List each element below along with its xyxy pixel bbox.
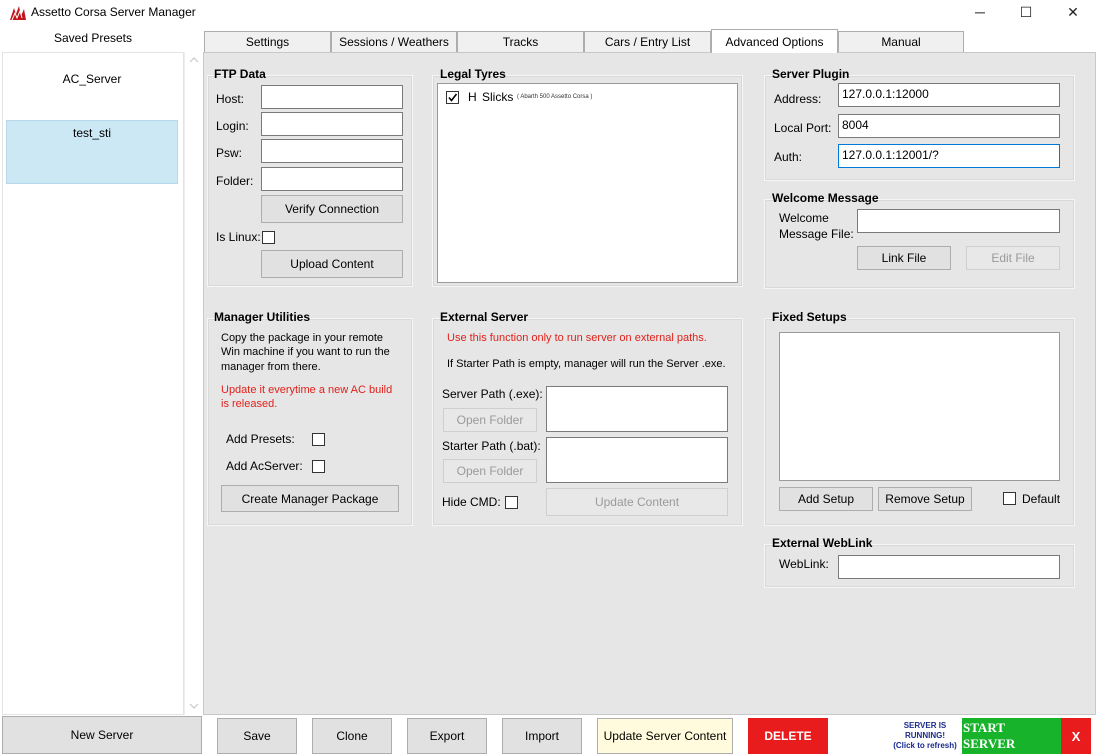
tab-manual[interactable]: Manual bbox=[838, 31, 964, 52]
tab-tracks[interactable]: Tracks bbox=[457, 31, 584, 52]
default-label: Default bbox=[1022, 492, 1061, 506]
psw-label: Psw: bbox=[216, 146, 243, 160]
utilities-warning-2: is released. bbox=[221, 398, 278, 410]
minimize-button[interactable]: ─ bbox=[957, 0, 1003, 24]
server-path-input[interactable] bbox=[546, 386, 728, 432]
verify-connection-button[interactable]: Verify Connection bbox=[261, 195, 403, 223]
checkmark-icon bbox=[448, 93, 458, 102]
app-logo-icon bbox=[8, 4, 28, 22]
stop-server-button[interactable]: X bbox=[1061, 718, 1091, 754]
preset-item-test-sti[interactable]: test_sti bbox=[6, 120, 178, 184]
preset-item-ac-server[interactable]: AC_Server bbox=[6, 66, 178, 120]
add-presets-checkbox[interactable] bbox=[312, 433, 325, 446]
edit-file-button[interactable]: Edit File bbox=[966, 246, 1060, 270]
add-setup-button[interactable]: Add Setup bbox=[779, 487, 873, 511]
host-input[interactable] bbox=[261, 85, 403, 109]
server-status-line-1: SERVER IS bbox=[903, 721, 947, 730]
add-acserver-checkbox[interactable] bbox=[312, 460, 325, 473]
folder-label: Folder: bbox=[216, 174, 254, 188]
start-server-button[interactable]: START SERVER bbox=[962, 718, 1061, 754]
close-button[interactable]: ✕ bbox=[1050, 0, 1096, 24]
tyre-code: H bbox=[468, 90, 477, 104]
tab-sessions-weathers[interactable]: Sessions / Weathers bbox=[331, 31, 457, 52]
welcome-message-title: Welcome Message bbox=[772, 191, 879, 205]
import-button[interactable]: Import bbox=[502, 718, 582, 754]
link-file-button[interactable]: Link File bbox=[857, 246, 951, 270]
delete-button[interactable]: DELETE bbox=[748, 718, 828, 754]
welcome-label-1: Welcome bbox=[779, 211, 829, 225]
server-status[interactable]: SERVER IS RUNNING! (Click to refresh) bbox=[888, 721, 962, 754]
external-weblink-title: External WebLink bbox=[772, 536, 873, 550]
server-plugin-title: Server Plugin bbox=[772, 67, 850, 81]
weblink-label: WebLink: bbox=[779, 557, 829, 571]
update-server-content-button[interactable]: Update Server Content bbox=[597, 718, 733, 754]
utilities-desc-3: manager from there. bbox=[221, 361, 321, 373]
starter-path-label: Starter Path (.bat): bbox=[442, 439, 541, 453]
login-input[interactable] bbox=[261, 112, 403, 136]
is-linux-checkbox[interactable] bbox=[262, 231, 275, 244]
open-folder-starter-button[interactable]: Open Folder bbox=[443, 459, 537, 483]
utilities-warning-1: Update it everytime a new AC build bbox=[221, 384, 393, 396]
folder-input[interactable] bbox=[261, 167, 403, 191]
clone-button[interactable]: Clone bbox=[312, 718, 392, 754]
host-label: Host: bbox=[216, 92, 245, 106]
app-title: Assetto Corsa Server Manager bbox=[31, 5, 196, 19]
save-button[interactable]: Save bbox=[217, 718, 297, 754]
local-port-label: Local Port: bbox=[774, 121, 832, 135]
add-presets-label: Add Presets: bbox=[226, 432, 295, 446]
legal-tyres-list: H Slicks ( Abarth 500 Assetto Corsa ) bbox=[437, 83, 738, 283]
server-status-line-2: RUNNING! bbox=[905, 731, 945, 740]
fixed-setups-title: Fixed Setups bbox=[772, 310, 847, 324]
hide-cmd-checkbox[interactable] bbox=[505, 496, 518, 509]
manager-utilities-title: Manager Utilities bbox=[214, 310, 311, 324]
preset-label: AC_Server bbox=[62, 72, 122, 86]
maximize-button[interactable]: ☐ bbox=[1003, 0, 1049, 24]
weblink-input[interactable] bbox=[838, 555, 1060, 579]
default-checkbox[interactable] bbox=[1003, 492, 1016, 505]
local-port-input[interactable]: 8004 bbox=[838, 114, 1060, 138]
tab-advanced-options[interactable]: Advanced Options bbox=[711, 29, 838, 53]
hide-cmd-label: Hide CMD: bbox=[442, 495, 501, 509]
remove-setup-button[interactable]: Remove Setup bbox=[878, 487, 972, 511]
address-label: Address: bbox=[774, 92, 822, 106]
welcome-message-input[interactable] bbox=[857, 209, 1060, 233]
preset-label: test_sti bbox=[72, 126, 111, 140]
tab-settings[interactable]: Settings bbox=[204, 31, 331, 52]
external-warning: Use this function only to run server on … bbox=[447, 332, 707, 344]
server-path-label: Server Path (.exe): bbox=[442, 387, 543, 401]
utilities-desc-2: Win machine if you want to run the bbox=[221, 346, 390, 358]
address-input[interactable]: 127.0.0.1:12000 bbox=[838, 83, 1060, 107]
export-button[interactable]: Export bbox=[407, 718, 487, 754]
welcome-label-2: Message File: bbox=[779, 227, 854, 241]
tab-cars-entry-list[interactable]: Cars / Entry List bbox=[584, 31, 711, 52]
tyre-name: Slicks bbox=[482, 90, 514, 104]
presets-scrollbar[interactable] bbox=[184, 52, 202, 715]
external-info: If Starter Path is empty, manager will r… bbox=[447, 358, 726, 370]
new-server-button[interactable]: New Server bbox=[2, 716, 202, 754]
maximize-icon: ☐ bbox=[1019, 3, 1033, 20]
fixed-setups-list[interactable] bbox=[779, 332, 1060, 481]
update-content-button[interactable]: Update Content bbox=[546, 488, 728, 516]
tyre-checkbox[interactable] bbox=[446, 91, 459, 104]
minimize-icon: ─ bbox=[975, 4, 985, 20]
auth-label: Auth: bbox=[774, 150, 803, 164]
auth-input[interactable]: 127.0.0.1:12001/? bbox=[838, 144, 1060, 168]
psw-input[interactable] bbox=[261, 139, 403, 163]
ftp-data-title: FTP Data bbox=[214, 67, 266, 81]
login-label: Login: bbox=[216, 119, 249, 133]
upload-content-button[interactable]: Upload Content bbox=[261, 250, 403, 278]
is-linux-label: Is Linux: bbox=[216, 230, 261, 244]
close-icon: ✕ bbox=[1067, 3, 1079, 20]
server-status-line-3: (Click to refresh) bbox=[893, 741, 957, 750]
create-manager-package-button[interactable]: Create Manager Package bbox=[221, 485, 399, 512]
external-server-title: External Server bbox=[440, 310, 529, 324]
open-folder-server-button[interactable]: Open Folder bbox=[443, 408, 537, 432]
saved-presets-label: Saved Presets bbox=[53, 31, 133, 45]
add-acserver-label: Add AcServer: bbox=[226, 459, 303, 473]
utilities-desc-1: Copy the package in your remote bbox=[221, 332, 384, 344]
legal-tyres-title: Legal Tyres bbox=[440, 67, 506, 81]
starter-path-input[interactable] bbox=[546, 437, 728, 483]
tyre-car: ( Abarth 500 Assetto Corsa ) bbox=[517, 94, 593, 100]
